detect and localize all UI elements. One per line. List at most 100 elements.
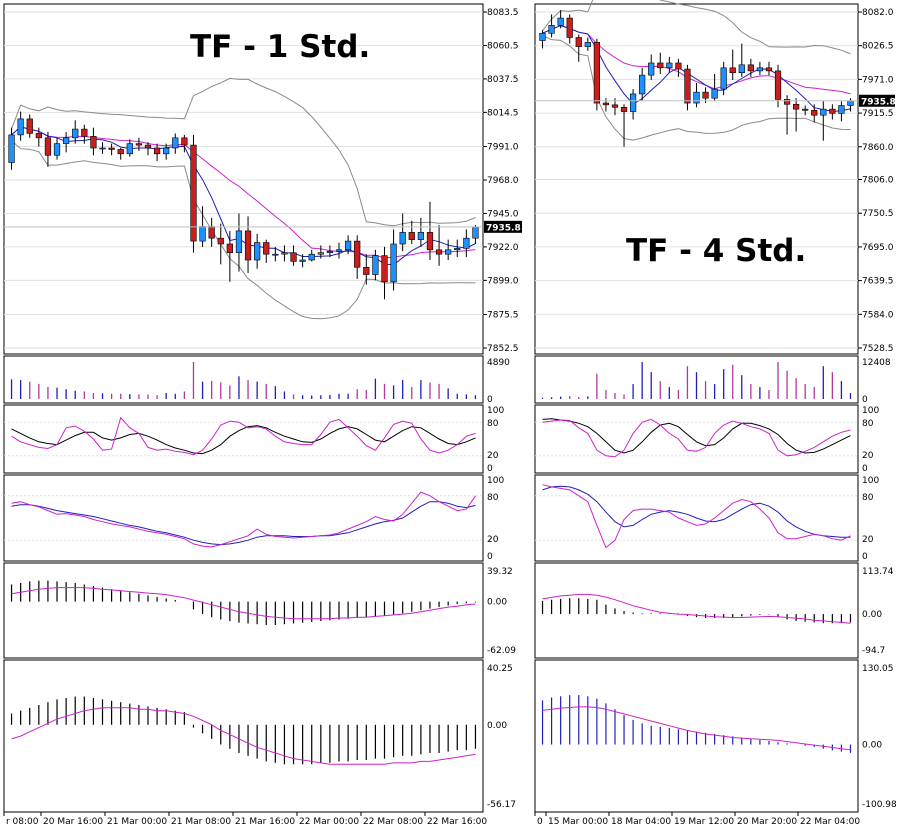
p1-candle-body	[575, 37, 582, 47]
p1-candle-body	[811, 110, 818, 116]
p0-macd-b-zero-label: 0.00	[487, 721, 507, 731]
p0-candle-body	[81, 128, 88, 137]
p1-x-tick-label: 20 Mar 20:00	[737, 817, 797, 827]
p1-candle-body	[648, 62, 655, 76]
p1-candle-body	[783, 99, 791, 105]
p0-macd-a-max-label: 39.32	[487, 567, 513, 577]
p0-candle-body	[254, 242, 261, 261]
p1-candle-body	[566, 17, 573, 38]
p1-y-tick-label: 7860.0	[862, 143, 894, 153]
p0-candle-body	[126, 143, 133, 155]
p1-candle-body	[602, 102, 610, 106]
p0-candle-body	[135, 143, 143, 146]
p0-macd1-frame	[3, 562, 484, 659]
p0-candle-body	[417, 232, 424, 240]
p0-candle-body	[363, 266, 370, 275]
p1-candle-body	[829, 108, 836, 114]
p0-candle-body	[199, 226, 206, 242]
p0-candle-body	[63, 137, 70, 144]
p0-x-tick-label: 21 Mar 08:00	[171, 817, 231, 827]
p0-stochastic-fast-level-label: 0	[487, 464, 493, 474]
p1-candle-body	[629, 93, 637, 112]
p0-sto1-frame	[3, 404, 484, 474]
p0-candle-body	[172, 137, 179, 149]
chart-window: 8083.5 8060.5 8037.5 8014.5 7991.0 7968.0 7945…	[0, 0, 898, 831]
p1-candle-body	[747, 64, 754, 72]
p1-price-tag: 7935.8	[861, 97, 896, 107]
p1-stochastic-slow-main-line	[542, 484, 851, 549]
p0-candle-body	[108, 147, 115, 150]
p1-stochastic-fast-level-label: 80	[862, 419, 874, 429]
p1-candle-body	[756, 67, 764, 72]
p1-candle-body	[693, 91, 700, 104]
p1-y-tick-label: 8082.0	[862, 8, 894, 18]
p0-candle-body	[472, 226, 479, 239]
p1-candle-body	[639, 74, 646, 95]
p1-y-tick-label: 7639.5	[862, 277, 894, 287]
p1-stochastic-slow-level-label: 20	[862, 535, 874, 545]
p1-y-tick-label: 7971.0	[862, 75, 894, 85]
p0-candle-body	[263, 242, 270, 255]
p0-candle-body	[381, 255, 388, 283]
p0-macd-b-signal-line	[11, 707, 476, 765]
p1-candle-body	[765, 67, 773, 72]
p0-x-tick-label: 21 Mar 00:00	[107, 817, 167, 827]
p1-x-tick-label: 22 Mar 04:00	[800, 817, 860, 827]
p0-candle-body	[235, 230, 243, 254]
p1-x-tick-label: 0	[537, 817, 543, 827]
p0-ma-fast-line	[11, 126, 476, 266]
p1-x-tick-label: 15 Mar 00:00	[548, 817, 608, 827]
p0-candle-body	[454, 248, 461, 251]
p0-candle-body	[445, 249, 452, 255]
p0-stochastic-slow-level-label: 80	[487, 493, 499, 503]
p1-y-tick-label: 7584.0	[862, 310, 894, 320]
p1-candle-body	[774, 70, 782, 100]
p0-stochastic-slow-level-label: 20	[487, 535, 499, 545]
p0-y-tick-label: 8060.5	[487, 41, 519, 51]
p1-candle-body	[611, 104, 619, 108]
p0-candle-body	[117, 149, 124, 155]
p0-candle-body	[53, 143, 61, 156]
p0-candle-body	[399, 232, 406, 245]
p0-stochastic-slow-level-label: 0	[487, 552, 493, 562]
p0-y-tick-label: 7899.0	[487, 276, 519, 286]
p0-volume-max-label: 4890	[487, 358, 510, 368]
p0-stochastic-slow-main-line	[11, 491, 476, 548]
p1-macd-a-min-label: -94.7	[862, 646, 885, 656]
p0-candle-body	[99, 147, 106, 150]
p1-chart-title: TF - 4 Std.	[626, 233, 806, 269]
p0-candle-body	[408, 232, 415, 240]
p0-bollinger-lower	[11, 140, 476, 320]
p1-candle-body	[720, 67, 727, 90]
p1-y-tick-label: 7750.5	[862, 209, 894, 219]
p0-stochastic-fast-level-label: 100	[487, 406, 504, 416]
p1-sto1-frame	[534, 404, 859, 474]
p1-candle-body	[838, 105, 845, 114]
p0-macd2-frame	[3, 659, 484, 813]
p0-candle-body	[44, 137, 52, 156]
p0-y-tick-label: 8014.5	[487, 108, 519, 118]
p1-candle-body	[548, 25, 555, 34]
p0-x-tick-label: r 08:00	[6, 817, 39, 827]
p0-candle-body	[390, 243, 397, 283]
p1-candle-body	[711, 88, 718, 99]
p0-candle-body	[317, 252, 324, 255]
p0-candle-body	[17, 118, 24, 136]
p0-candle-body	[208, 226, 215, 239]
p1-price-frame	[534, 3, 859, 355]
p0-chart-title: TF - 1 Std.	[190, 29, 370, 65]
p0-macd-a-min-label: -62.09	[487, 646, 516, 656]
p1-candle-body	[738, 64, 745, 74]
p0-y-tick-label: 8083.5	[487, 8, 519, 18]
p1-candle-body	[620, 107, 628, 112]
p1-macd-b-min-label: -100.98	[862, 800, 897, 810]
p0-candle-body	[426, 232, 434, 251]
p1-macd1-frame	[534, 562, 859, 659]
p0-candle-body	[90, 136, 97, 149]
p0-candle-body	[344, 240, 352, 251]
p1-stochastic-fast-level-label: 0	[862, 464, 868, 474]
p1-stochastic-slow-signal-line	[542, 485, 851, 538]
p0-candle-body	[144, 144, 152, 149]
p0-stochastic-fast-level-label: 80	[487, 419, 499, 429]
p1-candle-body	[557, 17, 564, 26]
